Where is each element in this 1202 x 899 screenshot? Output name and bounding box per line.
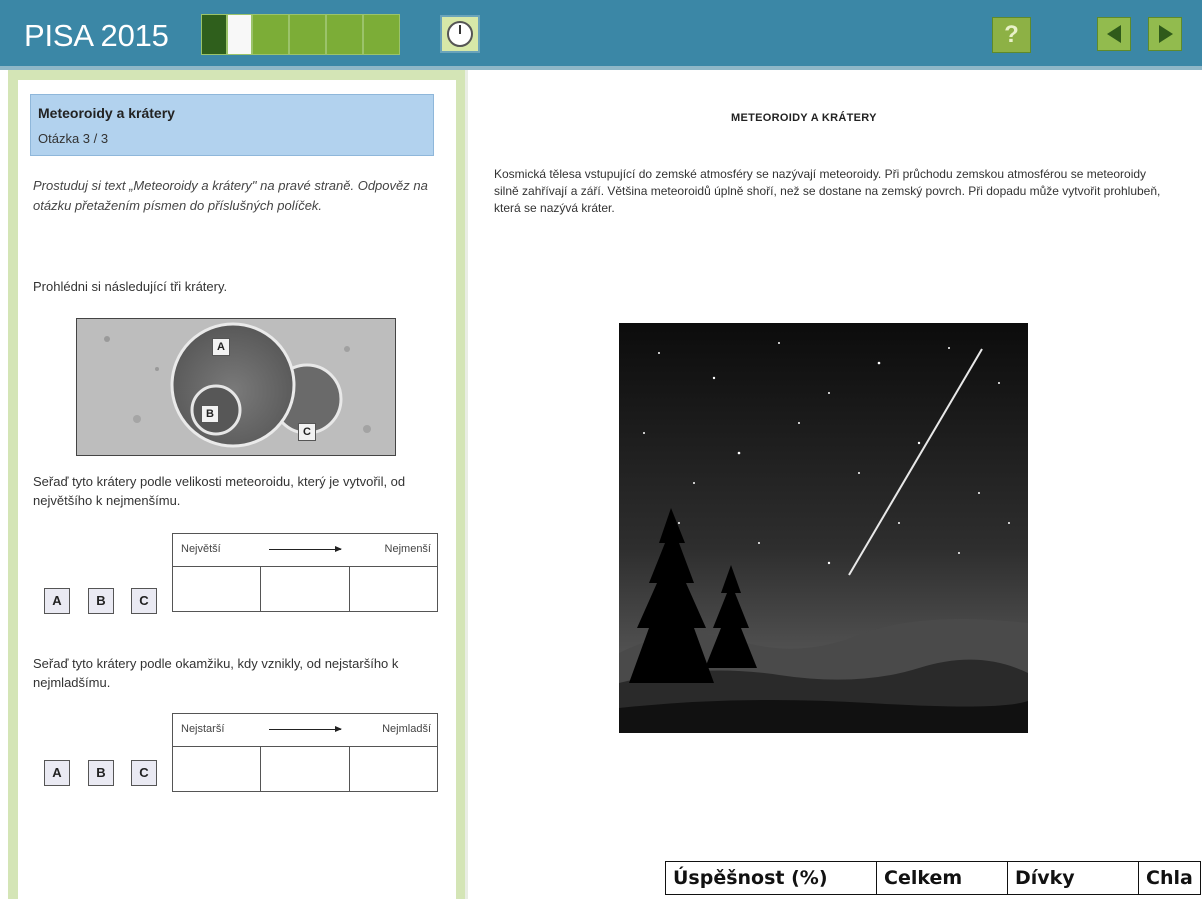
prompt-text: Prohlédni si následující tři krátery. [33, 279, 228, 294]
drop-slot[interactable] [348, 566, 439, 612]
crater-label-a: A [212, 338, 230, 356]
meteor-night-sky-image [619, 323, 1028, 733]
drag-tile-a[interactable]: A [44, 760, 70, 786]
crater-label-c: C [298, 423, 316, 441]
question-mark-icon: ? [1004, 21, 1019, 48]
next-button[interactable] [1148, 17, 1182, 51]
progress-segment [364, 15, 399, 54]
size-to-label: Nejmenší [384, 543, 431, 555]
question-header: Meteoroidy a krátery Otázka 3 / 3 [30, 94, 434, 156]
progress-segment [253, 15, 288, 54]
drop-slot[interactable] [260, 566, 350, 612]
unit-title: Meteoroidy a krátery [38, 105, 175, 121]
arrow-right-icon [269, 726, 342, 732]
drop-slot[interactable] [260, 746, 350, 792]
age-from-label: Nejstarší [181, 723, 225, 735]
progress-segment-done [202, 15, 226, 54]
help-button[interactable]: ? [992, 17, 1031, 53]
progress-segment [290, 15, 325, 54]
top-bar: PISA 2015 ? [0, 0, 1202, 70]
timer-button[interactable] [440, 15, 480, 53]
drag-tile-a[interactable]: A [44, 588, 70, 614]
size-from-label: Největší [181, 543, 221, 555]
crater-label-b: B [201, 405, 219, 423]
drag-tile-b[interactable]: B [88, 760, 114, 786]
success-rate-table: Úspěšnost (%) Celkem Dívky Chla [665, 861, 1201, 895]
size-order-header: Největší Nejmenší [172, 533, 438, 567]
stats-header-cell: Dívky [1007, 861, 1139, 895]
size-order-table: Největší Nejmenší [171, 533, 439, 612]
app-title: PISA 2015 [24, 18, 169, 53]
stimulus-text: Kosmická tělesa vstupující do zemské atm… [494, 167, 1161, 215]
panel-divider [465, 70, 468, 899]
drag-tile-b[interactable]: B [88, 588, 114, 614]
age-order-table: Nejstarší Nejmladší [171, 713, 439, 792]
previous-button[interactable] [1097, 17, 1131, 51]
stats-header-cell: Úspěšnost (%) [665, 861, 877, 895]
stats-header-cell: Chla [1138, 861, 1201, 895]
drag-tile-c[interactable]: C [131, 588, 157, 614]
question-counter: Otázka 3 / 3 [38, 131, 109, 146]
stimulus-title: METEOROIDY A KRÁTERY [731, 112, 877, 124]
progress-bar [201, 14, 400, 55]
drop-slot[interactable] [171, 746, 262, 792]
task1-text: Seřaď tyto krátery podle velikosti meteo… [33, 474, 406, 508]
stats-header-cell: Celkem [876, 861, 1008, 895]
drag-tile-c[interactable]: C [131, 760, 157, 786]
age-order-header: Nejstarší Nejmladší [172, 713, 438, 747]
progress-segment-current [228, 15, 251, 54]
crater-image: A B C [76, 318, 396, 456]
instruction-text: Prostuduj si text „Meteoroidy a krátery"… [33, 178, 428, 213]
task2-text: Seřaď tyto krátery podle okamžiku, kdy v… [33, 656, 399, 690]
age-to-label: Nejmladší [382, 723, 431, 735]
progress-segment [327, 15, 362, 54]
clock-icon [447, 21, 473, 47]
drop-slot[interactable] [171, 566, 262, 612]
triangle-right-icon [1159, 25, 1173, 43]
triangle-left-icon [1107, 25, 1121, 43]
arrow-right-icon [269, 546, 342, 552]
drop-slot[interactable] [348, 746, 439, 792]
